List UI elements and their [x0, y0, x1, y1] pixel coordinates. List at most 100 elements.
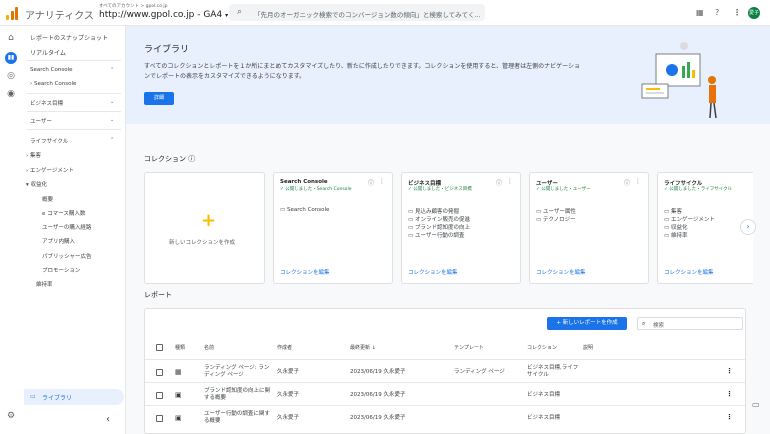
search-placeholder: 検索: [653, 323, 665, 329]
collapse-nav-button[interactable]: ‹: [106, 414, 110, 425]
new-collection-card[interactable]: + 新しいコレクションを作成: [144, 172, 265, 284]
reports-heading: レポート: [144, 291, 172, 299]
divider: [145, 359, 745, 360]
help-icon[interactable]: ?: [715, 8, 719, 17]
column-header[interactable]: 作成者: [277, 344, 292, 351]
select-all-checkbox[interactable]: [156, 344, 163, 351]
row-checkbox[interactable]: [156, 392, 163, 399]
report-template: ランディング ページ: [454, 369, 505, 375]
nav-item-search-console[interactable]: › Search Console: [30, 81, 76, 87]
nav-item-monetization-overview[interactable]: 概要: [42, 195, 53, 203]
column-header[interactable]: 最終更新 ↓: [350, 344, 376, 351]
home-icon[interactable]: ⌂: [5, 32, 17, 44]
report-collection: ビジネス目標: [527, 392, 561, 398]
collection-card[interactable]: ビジネス目標 ⓘ ⋮ ✓ 公開しました・ビジネス目標 ▭ 見込み顧客の発掘 ▭ …: [401, 172, 521, 284]
chevron-right-icon[interactable]: ›: [740, 219, 756, 235]
collection-title: Search Console: [280, 179, 328, 185]
nav-item-library[interactable]: ▭ ライブラリ: [24, 389, 124, 405]
nav-item-retention[interactable]: 維持率: [36, 280, 53, 288]
report-creator: 久永愛子: [277, 369, 300, 375]
edit-collection-link[interactable]: コレクションを編集: [408, 268, 458, 276]
nav-item-monetization[interactable]: ▾ 収益化: [26, 180, 47, 188]
column-header[interactable]: 名前: [204, 344, 214, 351]
nav-section-business-goals[interactable]: ビジネス目標: [30, 99, 63, 107]
nav-rail: ⌂ ▮▮ ◎ ◉ ⚙: [0, 26, 22, 434]
nav-item-ecommerce-purchases[interactable]: e コマース購入数: [42, 209, 85, 217]
collection-card[interactable]: ユーザー ⓘ ⋮ ✓ 公開しました・ユーザー ▭ ユーザー属性 ▭ テクノロジー…: [529, 172, 649, 284]
explore-icon[interactable]: ◎: [5, 70, 17, 82]
edit-collection-link[interactable]: コレクションを編集: [280, 268, 330, 276]
more-vert-icon[interactable]: ⋮: [726, 390, 733, 398]
column-header[interactable]: コレクション: [527, 344, 557, 351]
info-icon[interactable]: ⓘ: [368, 178, 374, 187]
row-checkbox[interactable]: [156, 415, 163, 422]
report-search-input[interactable]: ⌕ 検索: [637, 317, 743, 330]
chevron-up-icon[interactable]: ⌃: [110, 137, 114, 143]
report-creator: 久永愛子: [277, 392, 300, 398]
reports-icon[interactable]: ▮▮: [5, 52, 17, 64]
nav-section-user[interactable]: ユーザー: [30, 117, 52, 125]
column-header[interactable]: 種類: [175, 344, 185, 351]
details-button[interactable]: 詳細: [144, 92, 174, 105]
edit-collection-link[interactable]: コレクションを編集: [536, 268, 586, 276]
divider: [27, 60, 121, 61]
nav-item-engagement[interactable]: › エンゲージメント: [26, 166, 74, 174]
nav-section-search-console[interactable]: Search Console: [30, 67, 72, 73]
new-collection-label: 新しいコレクションを作成: [169, 240, 236, 246]
report-name-link[interactable]: ユーザー行動の調査に関する概要: [204, 411, 270, 425]
info-icon[interactable]: ⓘ: [624, 178, 630, 187]
collections-heading: コレクション ⓘ: [144, 155, 196, 163]
report-name-link[interactable]: ランディング ページ: ランディング ページ: [204, 365, 270, 379]
avatar[interactable]: 愛子: [748, 7, 760, 19]
collection-item: ▭ ユーザー属性: [536, 209, 576, 215]
property-selector[interactable]: http://www.gpol.co.jp - GA4 ▾: [99, 10, 228, 20]
collection-item: ▭ ブランド認知度の向上: [408, 225, 470, 231]
more-vert-icon[interactable]: ⋮: [635, 178, 641, 185]
report-updated: 2023/06/19 久永愛子: [350, 369, 406, 375]
report-collection: ビジネス目標: [527, 415, 561, 421]
report-name-link[interactable]: ブランド認知度の向上に関する概要: [204, 388, 270, 402]
library-banner: ライブラリ すべてのコレクションとレポートを１か所にまとめてカスタマイズしたり、…: [126, 26, 770, 124]
collection-card[interactable]: ライフサイクル ✓ 公開しました・ライフサイクル ▭ 集客 ▭ エンゲージメント…: [657, 172, 753, 284]
more-vert-icon[interactable]: ⋮: [507, 178, 513, 185]
column-header[interactable]: テンプレート: [454, 344, 484, 351]
nav-realtime[interactable]: リアルタイム: [30, 48, 66, 57]
row-checkbox[interactable]: [156, 369, 163, 376]
apps-grid-icon[interactable]: ▦: [696, 8, 704, 17]
account-breadcrumb[interactable]: すべてのアカウント > gpol.co.jp: [99, 3, 167, 9]
help-icon[interactable]: ⓘ: [188, 155, 195, 163]
column-header[interactable]: 説明: [583, 344, 593, 351]
nav-snapshot[interactable]: レポートのスナップショット: [30, 33, 108, 42]
edit-collection-link[interactable]: コレクションを編集: [664, 268, 714, 276]
collection-status: ✓ 公開しました・ライフサイクル: [664, 187, 732, 192]
banner-description: すべてのコレクションとレポートを１か所にまとめてカスタマイズしたり、新たに作成し…: [144, 63, 580, 80]
nav-item-publisher-ads[interactable]: パブリッシャー広告: [42, 252, 92, 260]
settings-icon[interactable]: ⚙: [5, 410, 17, 422]
nav-item-purchase-journey[interactable]: ユーザーの購入経路: [42, 223, 91, 231]
nav-item-promotions[interactable]: プロモーション: [42, 266, 80, 274]
chevron-up-icon[interactable]: ⌃: [110, 67, 114, 73]
chevron-down-icon[interactable]: ⌄: [110, 99, 114, 105]
chevron-down-icon[interactable]: ⌄: [110, 117, 114, 123]
nav-item-acquisition[interactable]: › 集客: [26, 151, 41, 159]
detail-report-icon: ▦: [175, 368, 182, 376]
more-vert-icon[interactable]: ⋮: [726, 413, 733, 421]
page-title: ライブラリ: [144, 45, 190, 55]
search-bar[interactable]: ⌕ 「先月のオーガニック検索でのコンバージョン数の傾向」と検索してみてく...: [229, 4, 485, 21]
nav-section-lifecycle[interactable]: ライフサイクル: [30, 137, 68, 145]
collection-card[interactable]: Search Console ⓘ ⋮ ✓ 公開しました・Search Conso…: [273, 172, 393, 284]
arrow-down-icon: ↓: [371, 345, 376, 351]
nav-item-in-app-purchases[interactable]: アプリ内購入: [42, 237, 75, 245]
info-icon[interactable]: ⓘ: [496, 178, 502, 187]
more-vert-icon[interactable]: ⋮: [726, 367, 733, 375]
divider: [27, 129, 121, 130]
new-report-button[interactable]: + 新しいレポートを作成: [547, 317, 627, 330]
analytics-logo-icon[interactable]: [6, 7, 18, 20]
plus-icon: +: [201, 210, 217, 231]
more-vert-icon[interactable]: ⋮: [379, 178, 385, 185]
folder-icon: ▭: [30, 393, 36, 400]
advertising-icon[interactable]: ◉: [5, 88, 17, 100]
top-bar: アナリティクス すべてのアカウント > gpol.co.jp http://ww…: [0, 0, 770, 26]
more-vert-icon[interactable]: ⋮: [733, 8, 741, 17]
feedback-icon[interactable]: ▭: [752, 400, 760, 409]
